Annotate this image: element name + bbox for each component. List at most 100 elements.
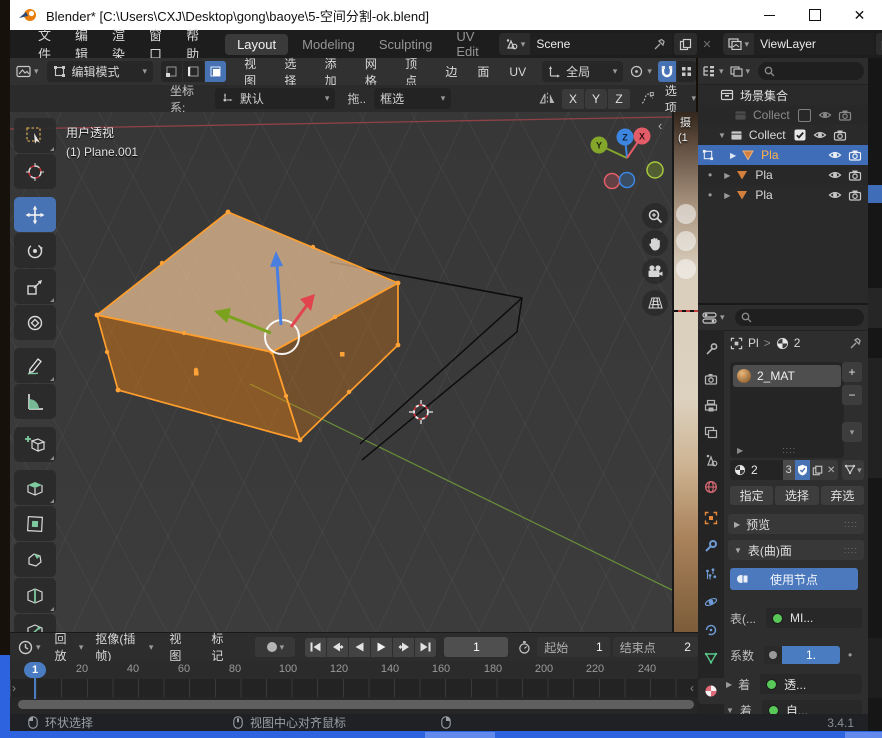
- outliner-row-scene-collection[interactable]: 场景集合: [698, 85, 868, 105]
- viewlayer-new-button[interactable]: [876, 33, 882, 55]
- tool-move[interactable]: [14, 197, 56, 232]
- breadcrumb-material[interactable]: 2: [794, 336, 801, 350]
- jump-to-end-button[interactable]: [415, 638, 436, 657]
- surface-panel-header[interactable]: ▼ 表(曲)面 ::::: [728, 540, 864, 560]
- keying-menu[interactable]: 抠像(插帧) ▾: [95, 630, 153, 664]
- mirror-z-button[interactable]: Z: [608, 89, 630, 109]
- eye-icon[interactable]: [818, 109, 832, 121]
- disclosure-triangle-icon[interactable]: ▶: [726, 680, 732, 689]
- minimize-button[interactable]: [747, 0, 792, 30]
- strip-hand-icon[interactable]: [676, 231, 696, 251]
- decorator-dot-icon[interactable]: •: [848, 648, 852, 662]
- tool-select-box[interactable]: [14, 118, 56, 153]
- tool-measure[interactable]: [14, 384, 56, 419]
- outliner-display-button[interactable]: ▾: [730, 66, 751, 77]
- menu-view[interactable]: 视图: [234, 55, 274, 89]
- preview-panel-header[interactable]: ▶ 预览 ::::: [728, 514, 864, 534]
- scene-new-button[interactable]: [674, 33, 697, 55]
- camera-view-button[interactable]: [642, 258, 668, 284]
- tab-layout[interactable]: Layout: [225, 34, 288, 55]
- disclosure-triangle-icon[interactable]: ▶: [730, 151, 736, 160]
- render-camera-icon[interactable]: [848, 149, 862, 161]
- tab-constraint-icon[interactable]: [704, 623, 718, 637]
- grip-icon[interactable]: ::::: [782, 445, 796, 455]
- menu-mesh[interactable]: 网格: [355, 55, 395, 89]
- prev-keyframe-button[interactable]: [327, 638, 348, 657]
- scene-icon-button[interactable]: ▾: [499, 33, 531, 55]
- edge-select-button[interactable]: [183, 61, 204, 82]
- pivot-dropdown[interactable]: ▾: [629, 64, 652, 79]
- tool-extrude[interactable]: [14, 470, 56, 505]
- use-nodes-button[interactable]: 使用节点: [730, 568, 858, 590]
- tab-render-icon[interactable]: [704, 372, 718, 386]
- tab-material-active[interactable]: [698, 678, 724, 704]
- render-camera-icon[interactable]: [848, 189, 862, 201]
- tab-tool-icon[interactable]: [704, 342, 718, 356]
- strip-camera-icon[interactable]: [676, 259, 696, 279]
- scroll-arrow-left[interactable]: ›: [12, 681, 16, 695]
- surface-shader-dropdown[interactable]: MI...: [766, 608, 862, 628]
- tool-loop-cut[interactable]: [14, 578, 56, 613]
- tool-scale[interactable]: [14, 269, 56, 304]
- vertex-select-button[interactable]: [161, 61, 182, 82]
- tab-viewlayer-icon[interactable]: [704, 426, 718, 440]
- eye-icon[interactable]: [813, 129, 827, 141]
- scroll-arrow-right[interactable]: ‹: [690, 681, 694, 695]
- jump-to-start-button[interactable]: [305, 638, 326, 657]
- select-button[interactable]: 选择: [775, 486, 818, 505]
- material-users-button[interactable]: 3: [783, 460, 795, 480]
- eye-icon[interactable]: [828, 189, 842, 201]
- grip-icon[interactable]: ::::: [844, 519, 858, 529]
- pan-button[interactable]: [642, 230, 668, 256]
- tab-particles-icon[interactable]: [704, 567, 718, 581]
- mode-dropdown[interactable]: 编辑模式 ▾: [47, 61, 154, 82]
- tool-transform[interactable]: [14, 305, 56, 340]
- material-new-button[interactable]: [810, 460, 825, 480]
- zoom-button[interactable]: [642, 203, 668, 229]
- snap-toggle-button[interactable]: [658, 61, 677, 82]
- playback-menu[interactable]: 回放 ▾: [55, 630, 84, 664]
- properties-editor-button[interactable]: ▾: [702, 312, 725, 324]
- outliner-row-object[interactable]: • ▶ Pla: [698, 185, 868, 205]
- tool-rotate[interactable]: [14, 233, 56, 268]
- outliner-row-collection[interactable]: ▼ Collect: [698, 125, 868, 145]
- snap-settings-button[interactable]: [677, 61, 696, 82]
- shader1-dropdown[interactable]: 透...: [760, 674, 862, 694]
- timeline-marker-menu[interactable]: 标记: [201, 630, 243, 664]
- play-button[interactable]: [371, 638, 392, 657]
- timeline-scrollbar[interactable]: [18, 700, 694, 709]
- editor-type-button[interactable]: ▾: [16, 65, 39, 78]
- tool-inset[interactable]: [14, 506, 56, 541]
- orientation-dropdown[interactable]: 全局 ▾: [542, 61, 623, 82]
- tab-uv-edit[interactable]: UV Edit: [446, 26, 488, 62]
- tab-scene-icon[interactable]: [704, 453, 718, 467]
- options-dropdown[interactable]: 选项 ▾: [665, 82, 696, 116]
- outliner-row-collection-disabled[interactable]: Collect: [698, 105, 868, 125]
- tab-world-icon[interactable]: [704, 480, 718, 494]
- eye-icon[interactable]: [828, 149, 842, 161]
- tab-output-icon[interactable]: [704, 399, 718, 413]
- tab-modifier-icon[interactable]: [704, 539, 718, 553]
- collection-checkbox-unchecked[interactable]: [798, 109, 811, 122]
- render-camera-icon[interactable]: [838, 109, 852, 121]
- mirror-y-button[interactable]: Y: [585, 89, 607, 109]
- menu-add[interactable]: 添加: [315, 55, 355, 89]
- close-button[interactable]: ✕: [837, 0, 882, 30]
- tab-sculpting[interactable]: Sculpting: [369, 34, 442, 55]
- navigation-gizmo[interactable]: Y Z X: [585, 122, 672, 197]
- scene-unlink-button[interactable]: ✕: [697, 33, 716, 55]
- current-frame-field[interactable]: 1: [444, 637, 508, 657]
- outliner-search[interactable]: [758, 62, 864, 80]
- breadcrumb-object[interactable]: Pl: [748, 336, 759, 350]
- ortho-toggle-button[interactable]: [642, 290, 668, 316]
- timeline-view-menu[interactable]: 视图: [159, 630, 201, 664]
- tab-data-icon[interactable]: [704, 651, 718, 665]
- render-camera-icon[interactable]: [833, 129, 847, 141]
- menu-vertex[interactable]: 顶点: [395, 55, 435, 89]
- menu-select[interactable]: 选择: [274, 55, 314, 89]
- slot-remove-button[interactable]: −: [842, 385, 862, 405]
- grip-icon[interactable]: ::::: [844, 545, 858, 555]
- pin-icon[interactable]: [849, 337, 862, 350]
- outliner-row-object[interactable]: • ▶ Pla: [698, 165, 868, 185]
- material-browse-field[interactable]: 2: [730, 460, 783, 480]
